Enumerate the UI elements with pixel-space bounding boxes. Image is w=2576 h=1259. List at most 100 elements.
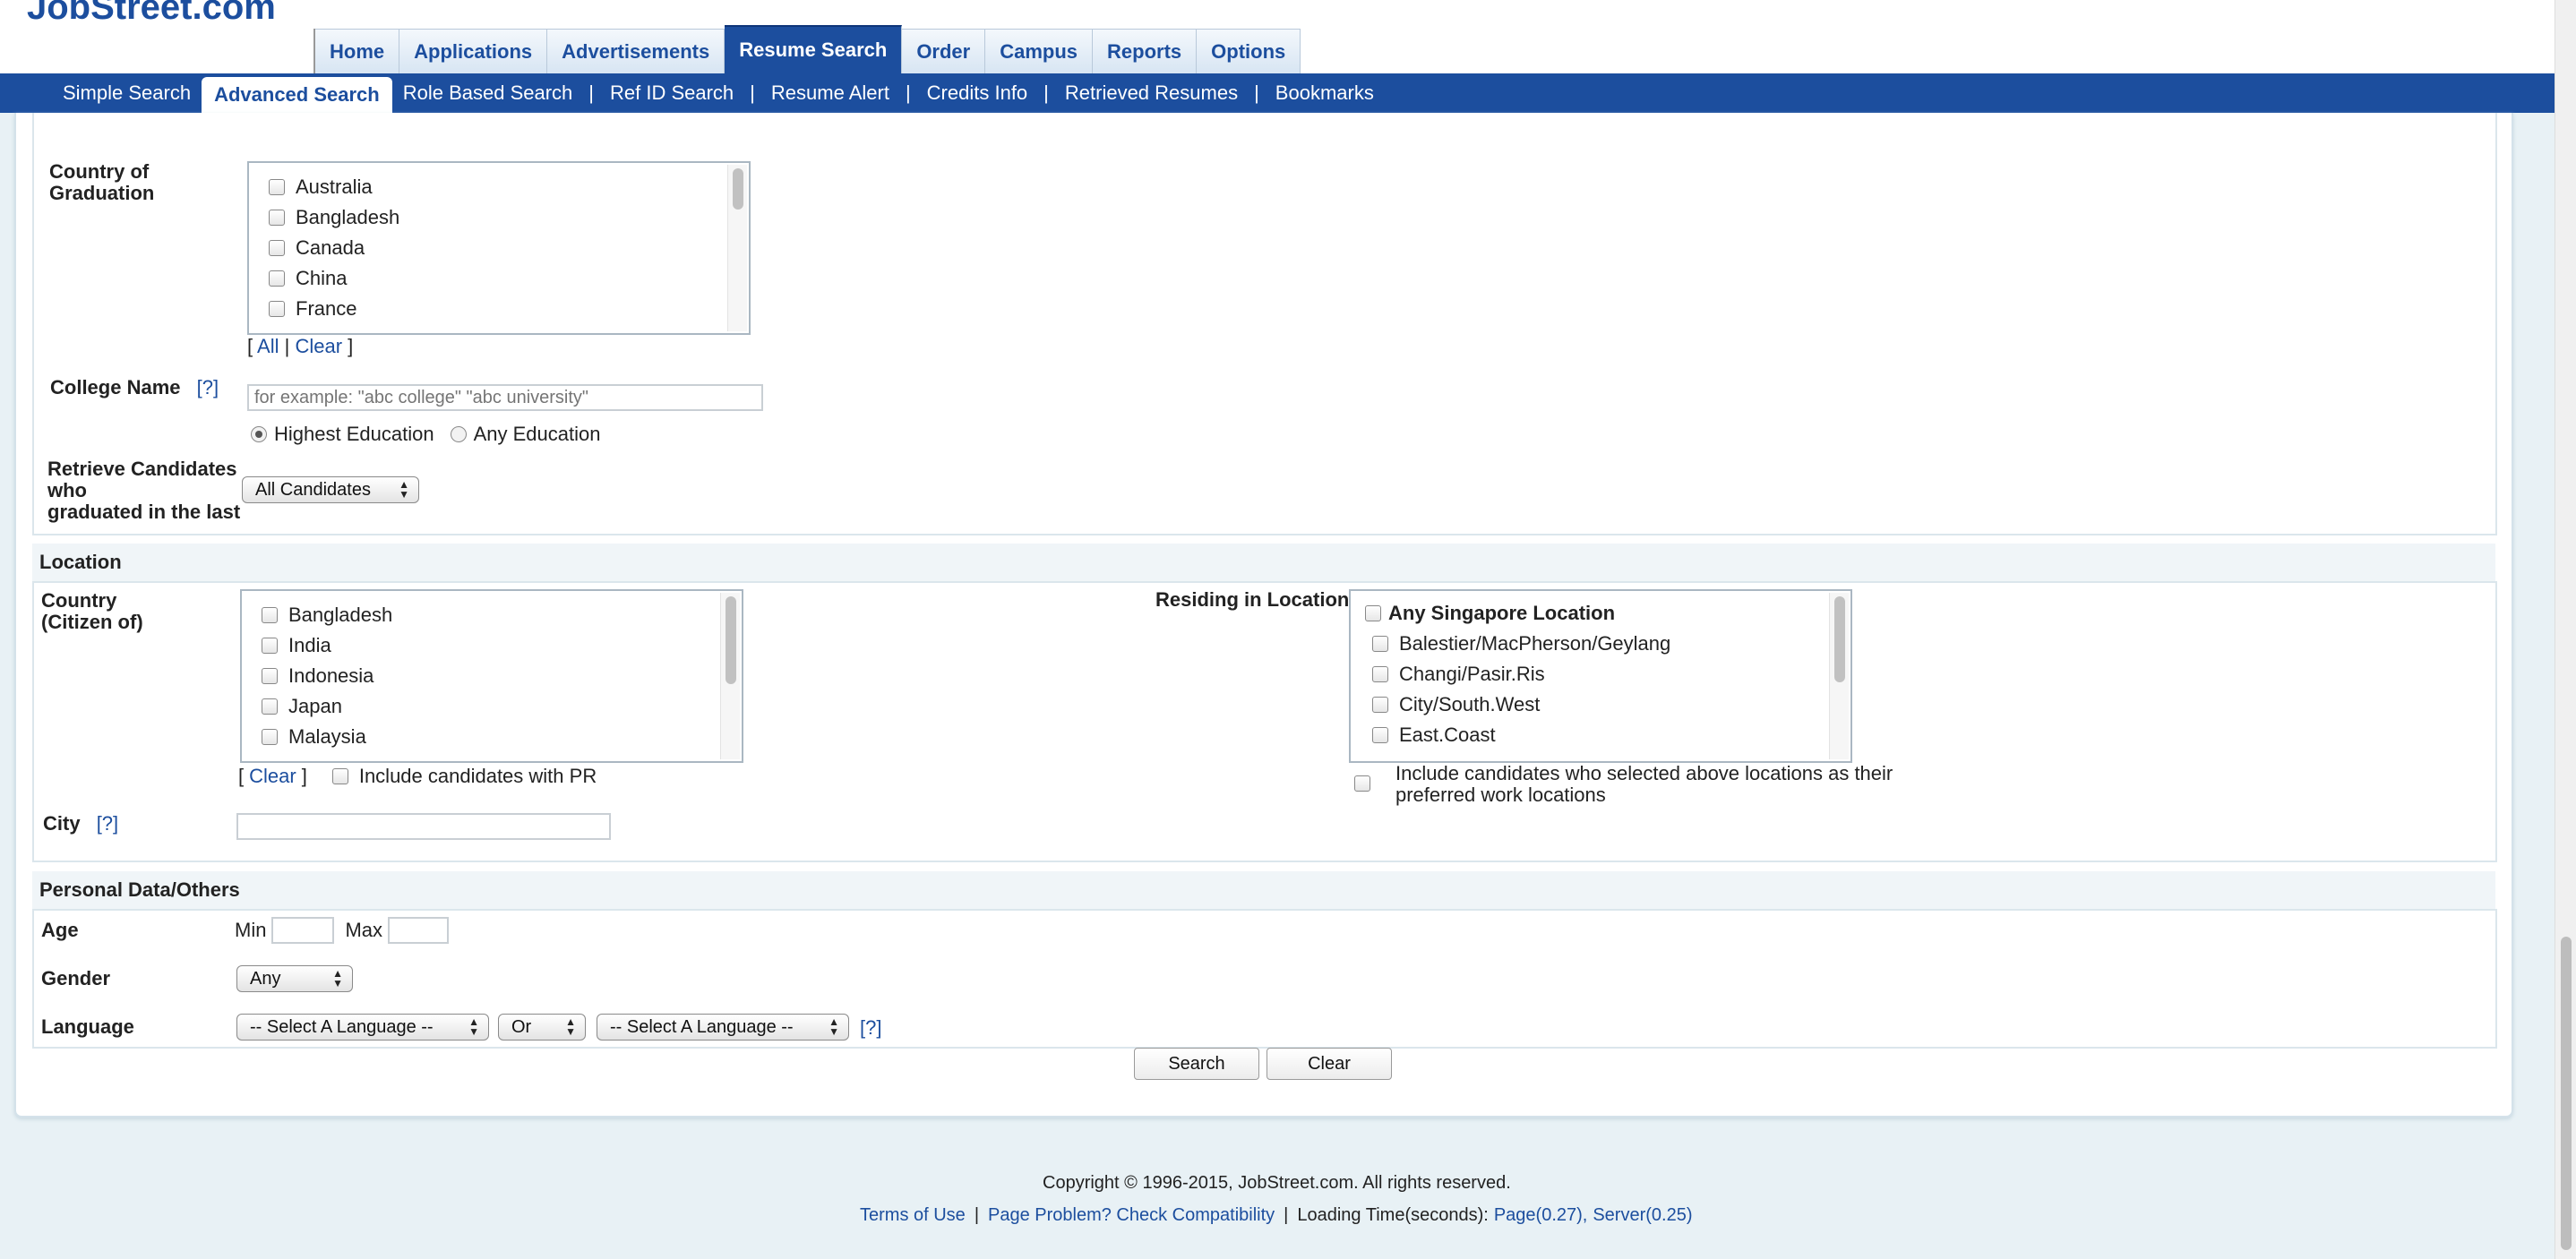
citizen-country-list[interactable]: Bangladesh India Indonesia Japan Malaysi… [240,589,743,763]
college-name-label: College Name [?] [50,376,219,398]
list-item[interactable]: Indonesia [242,661,742,691]
tab-advertisements[interactable]: Advertisements [547,29,726,73]
subnav-bookmarks[interactable]: Bookmarks [1265,73,1385,113]
subnav-separator: | [750,81,755,104]
scroll-thumb[interactable] [726,596,736,684]
page-scroll-thumb[interactable] [2561,937,2572,1250]
footer-links: Terms of Use | Page Problem? Check Compa… [860,1205,1693,1226]
subnav-separator: | [588,81,594,104]
list-item[interactable]: Canada [249,233,749,263]
server-time: Server(0.25) [1593,1205,1693,1225]
list-item[interactable]: Bangladesh [249,202,749,233]
subnav-role-based-search[interactable]: Role Based Search [392,73,584,113]
subnav-advanced-search[interactable]: Advanced Search [202,77,392,113]
jobstreet-logo[interactable]: JobStreet.com [27,0,276,28]
scroll-thumb[interactable] [733,168,743,210]
tab-campus[interactable]: Campus [985,29,1094,73]
list-item[interactable]: India [242,630,742,661]
preferred-location-checkbox[interactable] [1354,775,1370,792]
tab-reports[interactable]: Reports [1093,29,1198,73]
checkbox[interactable] [262,729,278,745]
checkbox[interactable] [1372,697,1388,713]
checkbox[interactable] [1372,636,1388,652]
checkbox[interactable] [262,607,278,623]
list-item[interactable]: City/South.West [1351,689,1850,720]
main-tabs: Home Applications Advertisements Resume … [313,25,1301,73]
select-arrows-icon: ▲ ▼ [829,1015,839,1038]
country-of-graduation-label: Country of Graduation [49,160,155,204]
age-min-input[interactable] [271,917,335,944]
page-scrollbar[interactable] [2555,0,2576,1259]
language-1-select[interactable]: -- Select A Language -- ▲ ▼ [236,1014,489,1041]
clear-link[interactable]: Clear [249,765,296,788]
college-name-input[interactable] [247,384,763,411]
list-item[interactable]: Japan [242,691,742,722]
list-item[interactable]: Australia [249,172,749,202]
list-item[interactable]: France [249,294,749,324]
checkbox[interactable] [262,638,278,654]
tab-home[interactable]: Home [315,29,400,73]
clear-button[interactable]: Clear [1267,1048,1392,1080]
residing-location-list[interactable]: Any Singapore Location Balestier/MacPher… [1349,589,1852,763]
list-item[interactable]: Changi/Pasir.Ris [1351,659,1850,689]
help-link[interactable]: [?] [197,376,219,398]
checkbox[interactable] [269,270,285,287]
help-link[interactable]: [?] [97,812,118,835]
checkbox[interactable] [262,668,278,684]
subnav-ref-id-search[interactable]: Ref ID Search [599,73,744,113]
location-section-header: Location [32,544,2495,581]
include-pr-checkbox[interactable] [331,768,348,784]
tab-resume-search[interactable]: Resume Search [725,25,903,73]
radio-any-education[interactable] [450,426,467,442]
city-input[interactable] [236,813,611,840]
checkbox[interactable] [269,240,285,256]
select-arrows-icon: ▲ ▼ [565,1015,576,1038]
select-arrows-icon: ▲ ▼ [468,1015,479,1038]
gender-select[interactable]: Any ▲ ▼ [236,965,353,992]
age-max-input[interactable] [388,917,450,944]
tab-options[interactable]: Options [1197,29,1301,73]
age-range: Min Max [235,917,450,944]
list-scrollbar[interactable] [720,593,740,759]
language-help-link[interactable]: [?] [860,1016,881,1040]
gender-label: Gender [41,967,111,989]
age-label: Age [41,919,79,941]
checkbox[interactable] [269,179,285,195]
checkbox[interactable] [1372,727,1388,743]
language-2-select[interactable]: -- Select A Language -- ▲ ▼ [597,1014,849,1041]
checkbox[interactable] [262,698,278,715]
graduated-period-select[interactable]: All Candidates ▲ ▼ [242,476,419,503]
subnav-resume-alert[interactable]: Resume Alert [760,73,900,113]
subnav-credits-info[interactable]: Credits Info [916,73,1039,113]
tab-order[interactable]: Order [902,29,986,73]
list-scrollbar[interactable] [1829,593,1849,759]
checkbox[interactable] [1365,605,1381,621]
terms-of-use-link[interactable]: Terms of Use [860,1205,966,1226]
search-button[interactable]: Search [1134,1048,1259,1080]
list-item[interactable]: Bangladesh [242,600,742,630]
list-item[interactable]: Malaysia [242,722,742,752]
list-item[interactable]: Balestier/MacPherson/Geylang [1351,629,1850,659]
list-item[interactable]: China [249,263,749,294]
checkbox[interactable] [269,301,285,317]
list-item[interactable]: Any Singapore Location [1351,598,1850,629]
checkbox[interactable] [1372,666,1388,682]
education-level-radios: Highest Education Any Education [251,423,600,446]
subnav-simple-search[interactable]: Simple Search [52,73,202,113]
radio-highest-education[interactable] [251,426,267,442]
tab-applications[interactable]: Applications [399,29,548,73]
select-all-link[interactable]: All [257,335,279,357]
citizen-clear-row: [ Clear ] Include candidates with PR [238,765,597,788]
subnav-separator: | [1254,81,1259,104]
page-time: Page(0.27), [1493,1205,1588,1225]
list-item[interactable]: East.Coast [1351,720,1850,750]
graduation-country-list[interactable]: Australia Bangladesh Canada China France [247,161,751,335]
language-operator-select[interactable]: Or ▲ ▼ [498,1014,586,1041]
list-scrollbar[interactable] [727,165,747,331]
country-citizen-label: Country (Citizen of) [41,589,143,633]
checkbox[interactable] [269,210,285,226]
scroll-thumb[interactable] [1834,596,1845,682]
subnav-retrieved-resumes[interactable]: Retrieved Resumes [1054,73,1249,113]
clear-link[interactable]: Clear [295,335,342,357]
compatibility-link[interactable]: Page Problem? Check Compatibility [988,1205,1275,1226]
